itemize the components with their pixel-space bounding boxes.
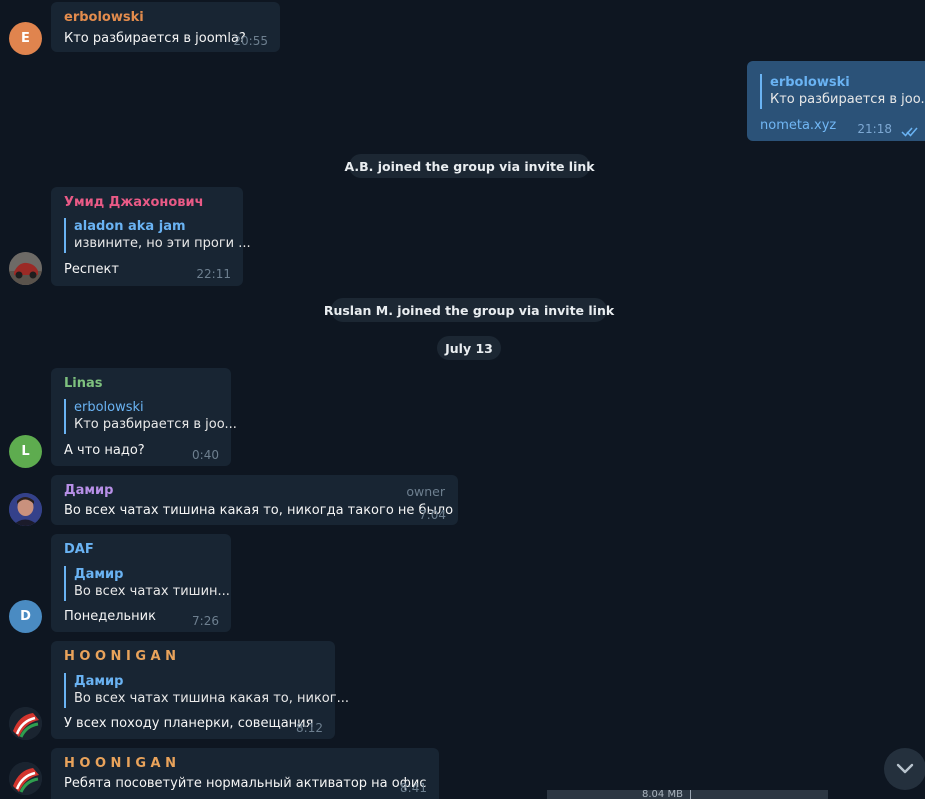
avatar-logo bbox=[9, 707, 42, 740]
message-text: Ребята посоветуйте нормальный активатор … bbox=[64, 776, 427, 791]
reply-name: erbolowski bbox=[770, 75, 850, 90]
message-bubble[interactable]: Дамир owner Во всех чатах тишина какая т… bbox=[51, 475, 458, 525]
divider bbox=[690, 790, 691, 799]
reply-quote[interactable]: aladon aka jam извините, но эти проги ..… bbox=[64, 218, 251, 253]
message-bubble[interactable]: erbolowski Кто разбирается в joo... nome… bbox=[747, 61, 925, 141]
double-check-icon bbox=[901, 122, 919, 141]
message-bubble[interactable]: H O O N I G A N Дамир Во всех чатах тиши… bbox=[51, 641, 349, 739]
message-text: А что надо? bbox=[64, 443, 145, 458]
message-time: 21:18 bbox=[857, 122, 892, 136]
avatar-letter: D bbox=[20, 609, 31, 624]
service-text: A.B. joined the group via invite link bbox=[344, 158, 595, 174]
avatar[interactable]: L bbox=[9, 435, 42, 468]
date-text: July 13 bbox=[445, 340, 493, 356]
reply-name: aladon aka jam bbox=[74, 219, 186, 234]
message-bubble[interactable]: Linas erbolowski Кто разбирается в joo..… bbox=[51, 368, 237, 466]
sender-name[interactable]: Дамир bbox=[64, 483, 113, 498]
service-text: Ruslan M. joined the group via invite li… bbox=[323, 302, 615, 318]
owner-badge: owner bbox=[406, 484, 445, 499]
file-attachment-preview[interactable]: 8.04 MB bbox=[547, 790, 828, 799]
avatar-photo bbox=[9, 252, 42, 285]
avatar-logo bbox=[9, 762, 42, 795]
service-message: Ruslan M. joined the group via invite li… bbox=[324, 298, 614, 322]
sender-name[interactable]: H O O N I G A N bbox=[64, 649, 176, 664]
avatar-letter: L bbox=[21, 444, 30, 459]
sender-name[interactable]: erbolowski bbox=[64, 10, 144, 25]
reply-quote[interactable]: Дамир Во всех чатах тишин... bbox=[64, 566, 230, 601]
file-size: 8.04 MB bbox=[642, 790, 683, 799]
reply-text: Во всех чатах тишин... bbox=[74, 584, 230, 599]
avatar-photo bbox=[9, 493, 42, 526]
avatar[interactable] bbox=[9, 493, 42, 526]
reply-name: Дамир bbox=[74, 567, 124, 582]
message-bubble[interactable]: Умид Джахонович aladon aka jam извините,… bbox=[51, 187, 251, 286]
message-time: 7:26 bbox=[192, 614, 219, 628]
message-time: 8:41 bbox=[400, 781, 427, 795]
message-bubble[interactable]: H O O N I G A N Ребята посоветуйте норма… bbox=[51, 748, 439, 799]
avatar[interactable] bbox=[9, 707, 42, 740]
reply-name: erbolowski bbox=[74, 400, 144, 415]
reply-quote[interactable]: erbolowski Кто разбирается в joo... bbox=[64, 399, 237, 434]
message-text: Кто разбирается в joomla? bbox=[64, 31, 246, 46]
message-time: 20:55 bbox=[233, 34, 268, 48]
service-message: A.B. joined the group via invite link bbox=[344, 154, 595, 178]
message-time: 7:04 bbox=[419, 508, 446, 522]
sender-name[interactable]: Linas bbox=[64, 376, 103, 391]
reply-text: извините, но эти проги ... bbox=[74, 236, 251, 251]
message-time: 22:11 bbox=[196, 267, 231, 281]
reply-text: Кто разбирается в joo... bbox=[770, 92, 925, 107]
message-bubble[interactable]: DAF Дамир Во всех чатах тишин... Понедел… bbox=[51, 534, 231, 632]
message-text: У всех походу планерки, совещания bbox=[64, 716, 314, 731]
message-text: Респект bbox=[64, 262, 119, 277]
reply-text: Во всех чатах тишина какая то, никог... bbox=[74, 691, 349, 706]
reply-text: Кто разбирается в joo... bbox=[74, 417, 237, 432]
sender-name[interactable]: DAF bbox=[64, 542, 94, 557]
message-time: 8:12 bbox=[296, 721, 323, 735]
reply-quote[interactable]: Дамир Во всех чатах тишина какая то, ник… bbox=[64, 673, 349, 708]
avatar[interactable] bbox=[9, 252, 42, 285]
avatar-letter: E bbox=[21, 31, 30, 46]
avatar[interactable]: E bbox=[9, 22, 42, 55]
sender-name[interactable]: Умид Джахонович bbox=[64, 195, 204, 210]
message-text: Понедельник bbox=[64, 609, 156, 624]
chevron-down-icon bbox=[895, 760, 915, 779]
reply-quote[interactable]: erbolowski Кто разбирается в joo... bbox=[760, 74, 925, 109]
message-text: Во всех чатах тишина какая то, никогда т… bbox=[64, 503, 454, 518]
scroll-down-button[interactable] bbox=[884, 748, 925, 790]
sender-name[interactable]: H O O N I G A N bbox=[64, 756, 176, 771]
message-bubble[interactable]: erbolowski Кто разбирается в joomla? 20:… bbox=[51, 2, 280, 52]
reply-name: Дамир bbox=[74, 674, 124, 689]
avatar[interactable]: D bbox=[9, 600, 42, 633]
message-time: 0:40 bbox=[192, 448, 219, 462]
avatar[interactable] bbox=[9, 762, 42, 795]
date-separator: July 13 bbox=[437, 336, 501, 360]
message-link[interactable]: nometa.xyz bbox=[760, 118, 836, 133]
